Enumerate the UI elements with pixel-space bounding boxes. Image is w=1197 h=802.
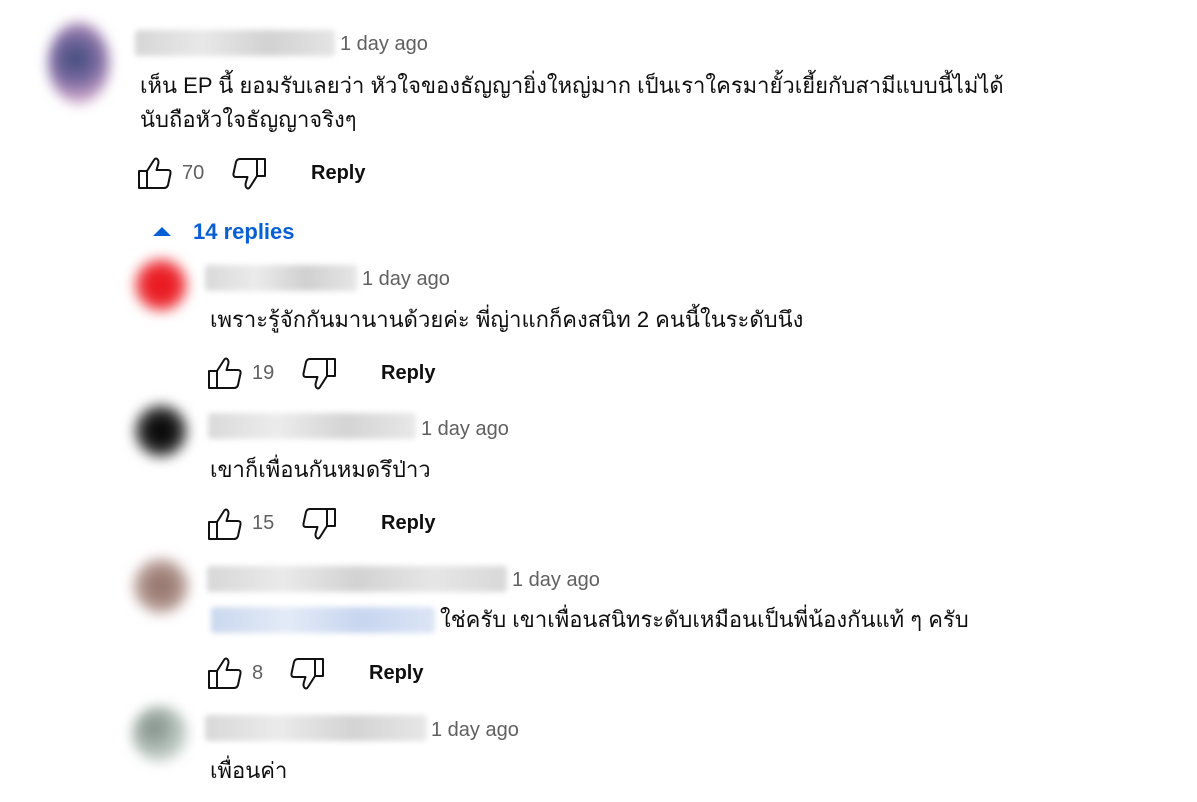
mention-link[interactable] [211,607,435,633]
dislike-icon[interactable] [301,357,337,391]
dislike-icon[interactable] [289,657,325,691]
like-icon[interactable] [137,156,173,190]
comment-text-line-1: เห็น EP นี้ ยอมรับเลยว่า หัวใจของธัญญายิ… [140,73,1004,98]
reply-button[interactable]: Reply [369,661,423,685]
reply-text: เพราะรู้จักกันมานานด้วยค่ะ พี่ญ่าแกก็คงส… [210,307,804,332]
like-count: 70 [182,162,205,184]
author-name[interactable] [205,265,357,291]
dislike-icon[interactable] [231,157,267,191]
reply-timestamp[interactable]: 1 day ago [421,417,509,441]
like-count: 15 [252,512,275,534]
replies-toggle[interactable]: 14 replies [148,216,308,248]
author-name[interactable] [135,30,335,56]
reply-timestamp[interactable]: 1 day ago [512,568,600,592]
author-name[interactable] [207,566,507,592]
comment-timestamp[interactable]: 1 day ago [340,32,428,56]
reply-timestamp[interactable]: 1 day ago [431,718,519,742]
avatar[interactable] [132,706,188,762]
caret-up-icon [153,227,171,236]
avatar[interactable] [133,558,189,614]
like-count: 19 [252,362,275,384]
reply-button[interactable]: Reply [381,361,435,385]
reply-text: เพื่อนค่า [210,758,288,783]
avatar[interactable] [134,258,188,312]
avatar[interactable] [48,22,110,104]
reply-button[interactable]: Reply [381,511,435,535]
like-icon[interactable] [207,507,243,541]
like-icon[interactable] [207,656,243,690]
reply-timestamp[interactable]: 1 day ago [362,267,450,291]
avatar[interactable] [134,404,188,458]
author-name[interactable] [205,715,427,741]
like-count: 8 [252,662,264,684]
like-icon[interactable] [207,356,243,390]
comment-text-line-2: นับถือหัวใจธัญญาจริงๆ [140,107,357,132]
reply-button[interactable]: Reply [311,161,365,185]
author-name[interactable] [208,413,416,439]
replies-toggle-label: 14 replies [193,219,295,244]
reply-text: เขาก็เพื่อนกันหมดรึป่าว [210,457,431,482]
dislike-icon[interactable] [301,507,337,541]
reply-text: ใช่ครับ เขาเพื่อนสนิทระดับเหมือนเป็นพี่น… [440,607,969,632]
